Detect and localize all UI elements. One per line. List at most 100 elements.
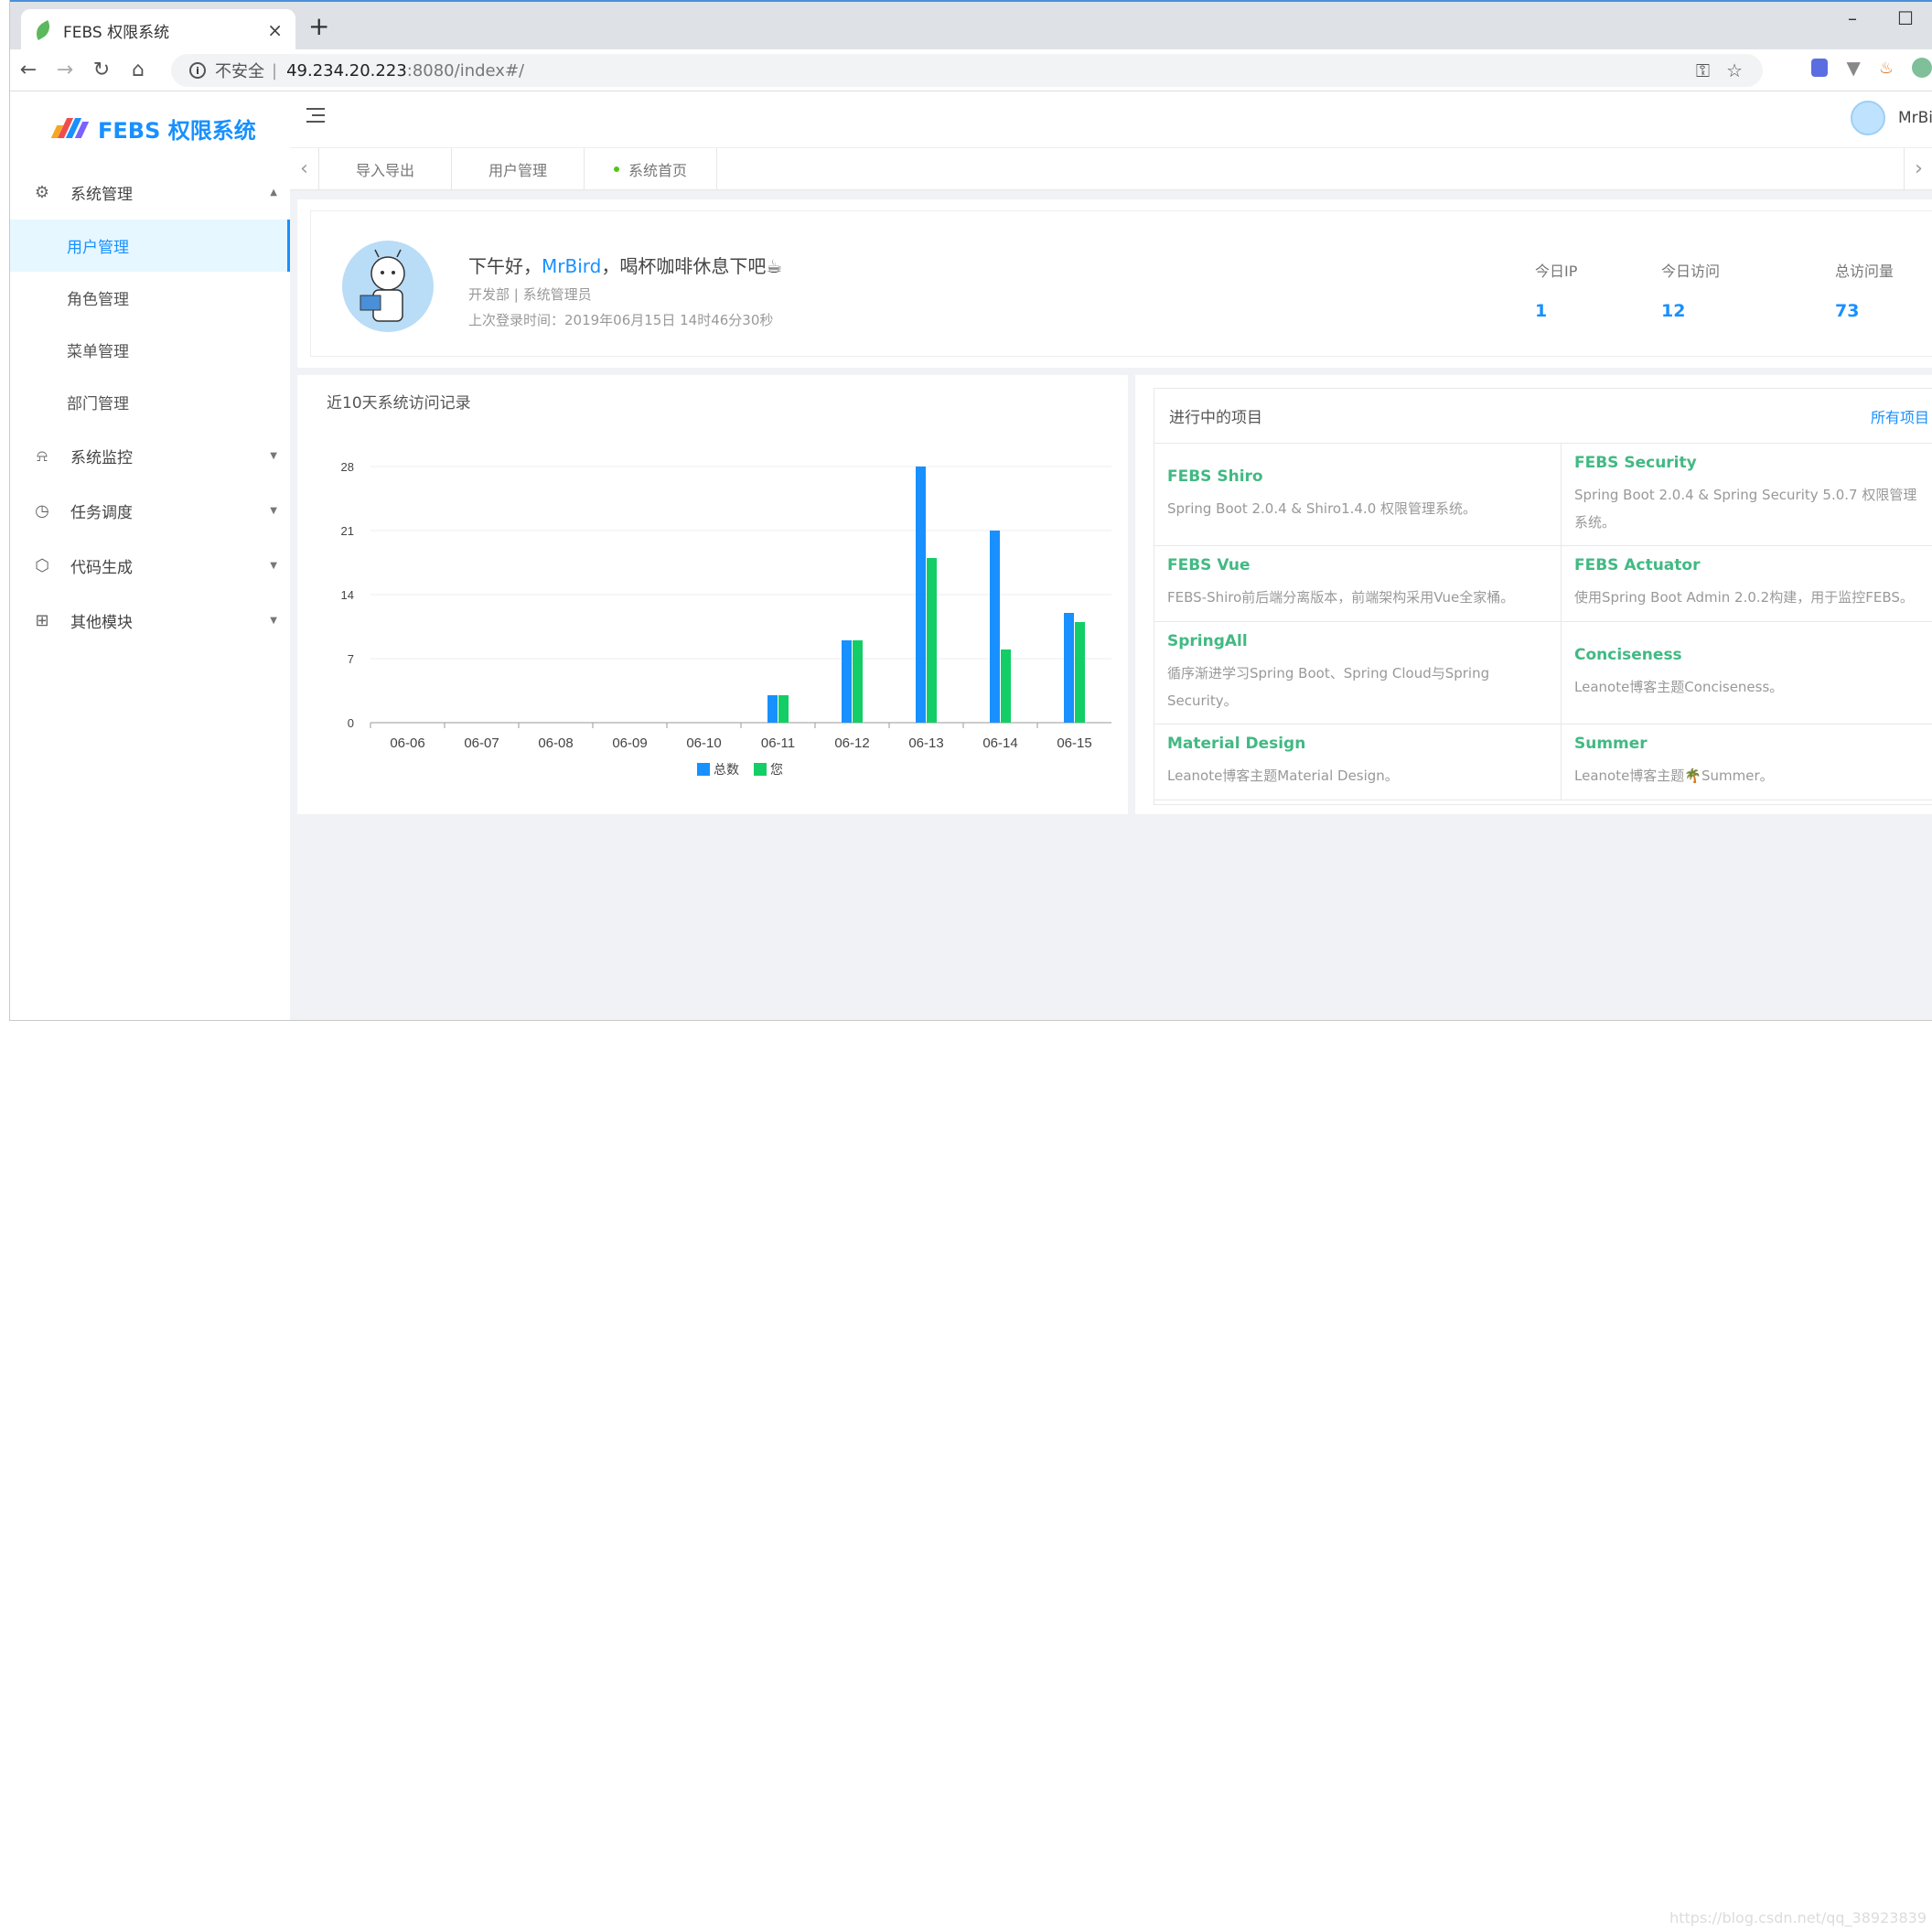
submenu-role-management[interactable]: 角色管理 <box>10 272 290 324</box>
project-desc: FEBS-Shiro前后端分离版本，前端架构采用Vue全家桶。 <box>1167 589 1515 606</box>
browser-window: FEBS 权限系统 × + – ☐ ← → ↻ ⌂ i 不安全 | 49.234… <box>9 0 1932 1021</box>
x-tick-label: 06-07 <box>464 735 499 751</box>
tab-import-export[interactable]: 导入导出 <box>319 148 452 189</box>
greeting-suffix: ，喝杯咖啡休息下吧☕ <box>601 255 783 277</box>
menu-toggle-icon[interactable] <box>306 108 325 124</box>
user-name-link[interactable]: MrBird <box>542 255 601 277</box>
menu-system-management[interactable]: ⚙ 系统管理 ▲ <box>10 165 290 220</box>
vue-extension-icon[interactable]: ▼ <box>1846 57 1860 79</box>
submenu-user-management[interactable]: 用户管理 <box>10 220 290 272</box>
maximize-button[interactable]: ☐ <box>1879 7 1932 29</box>
project-title[interactable]: Summer <box>1574 735 1920 753</box>
back-icon[interactable]: ← <box>10 59 47 81</box>
stat-today-visits: 今日访问 12 <box>1661 259 1720 321</box>
legend-swatch <box>754 763 767 776</box>
project-item[interactable]: FEBS Security Spring Boot 2.0.4 & Spring… <box>1562 444 1932 546</box>
tab-home[interactable]: 系统首页 <box>585 148 717 189</box>
project-item[interactable]: FEBS Actuator 使用Spring Boot Admin 2.0.2构… <box>1562 546 1932 622</box>
project-title[interactable]: Conciseness <box>1574 646 1920 664</box>
new-tab-button[interactable]: + <box>308 13 329 40</box>
project-desc: Spring Boot 2.0.4 & Shiro1.4.0 权限管理系统。 <box>1167 499 1477 517</box>
menu-task-scheduling[interactable]: ◷ 任务调度 ▼ <box>10 483 290 538</box>
menu-system-monitor[interactable]: ⍾ 系统监控 ▼ <box>10 428 290 483</box>
tabs-scroll-right-icon[interactable]: › <box>1904 148 1932 189</box>
bar-06-12-total <box>842 640 852 723</box>
url-host: 49.234.20.223 <box>286 60 407 80</box>
tabs-scroll-left-icon[interactable]: ‹ <box>290 148 319 189</box>
x-tick-label: 06-11 <box>761 735 795 751</box>
submenu-menu-management[interactable]: 菜单管理 <box>10 324 290 376</box>
address-bar[interactable]: i 不安全 | 49.234.20.223 :8080/index#/ ⚿ ☆ <box>171 54 1763 87</box>
forward-icon[interactable]: → <box>47 59 83 81</box>
stat-value: 12 <box>1661 301 1686 321</box>
bar-06-12-you <box>853 640 863 723</box>
app: FEBS 权限系统 ⚙ 系统管理 ▲ 用户管理 角色管理 菜单管理 部门管理 ⍾… <box>10 91 1932 1020</box>
browser-toolbar: ← → ↻ ⌂ i 不安全 | 49.234.20.223 :8080/inde… <box>10 49 1932 91</box>
project-item[interactable]: Summer Leanote博客主题🌴Summer。 <box>1562 724 1932 800</box>
project-title[interactable]: FEBS Security <box>1574 454 1920 472</box>
x-tick-label: 06-13 <box>908 735 943 751</box>
caret-down-icon: ▼ <box>270 505 277 516</box>
y-tick-label: 21 <box>341 524 354 538</box>
project-title[interactable]: FEBS Shiro <box>1167 467 1548 486</box>
menu-label: 系统监控 <box>70 448 133 467</box>
legend-label: 总数 <box>714 763 739 778</box>
info-icon[interactable]: i <box>189 62 206 79</box>
project-desc: Spring Boot 2.0.4 & Spring Security 5.0.… <box>1574 486 1917 531</box>
menu-code-generation[interactable]: ⬡ 代码生成 ▼ <box>10 538 290 593</box>
cube-icon: ⬡ <box>35 555 49 575</box>
project-desc: Leanote博客主题🌴Summer。 <box>1574 767 1774 784</box>
tab-user-management[interactable]: 用户管理 <box>452 148 585 189</box>
alarm-icon: ⍾ <box>37 445 48 466</box>
home-icon[interactable]: ⌂ <box>120 59 156 81</box>
minimize-button[interactable]: – <box>1826 7 1879 29</box>
stat-label: 今日IP <box>1535 263 1578 280</box>
project-item[interactable]: Conciseness Leanote博客主题Conciseness。 <box>1562 622 1932 724</box>
project-item[interactable]: Material Design Leanote博客主题Material Desi… <box>1154 724 1562 800</box>
reload-icon[interactable]: ↻ <box>83 59 120 81</box>
menu-label: 代码生成 <box>70 558 133 577</box>
user-menu[interactable]: MrBi <box>1850 101 1932 135</box>
java-extension-icon[interactable]: ♨ <box>1879 59 1894 78</box>
projects-title: 进行中的项目 <box>1169 409 1262 427</box>
window-controls: – ☐ <box>1826 7 1932 29</box>
project-title[interactable]: FEBS Vue <box>1167 556 1548 574</box>
x-tick-label: 06-10 <box>686 735 721 751</box>
project-desc: 循序渐进学习Spring Boot、Spring Cloud与Spring Se… <box>1167 664 1490 709</box>
main-content: MrBi ‹ 导入导出 用户管理 系统首页 › 下午好，MrBird，喝杯咖啡休… <box>290 91 1932 1020</box>
key-icon[interactable]: ⚿ <box>1696 59 1710 81</box>
last-login-time: 上次登录时间：2019年06月15日 14时46分30秒 <box>468 312 774 328</box>
menu-label: 系统管理 <box>70 185 133 204</box>
x-tick-label: 06-12 <box>834 735 869 751</box>
project-title[interactable]: SpringAll <box>1167 632 1548 650</box>
welcome-card: 下午好，MrBird，喝杯咖啡休息下吧☕ 开发部 | 系统管理员 上次登录时间：… <box>297 199 1932 368</box>
x-tick-label: 06-09 <box>612 735 647 751</box>
caret-down-icon: ▼ <box>270 560 277 571</box>
profile-avatar-icon[interactable] <box>1912 58 1932 78</box>
star-icon[interactable]: ☆ <box>1726 59 1743 81</box>
legend-label: 您 <box>770 762 783 778</box>
project-title[interactable]: Material Design <box>1167 735 1548 753</box>
dept-role: 开发部 | 系统管理员 <box>468 286 592 303</box>
all-projects-link[interactable]: 所有项目 <box>1871 405 1929 427</box>
project-item[interactable]: FEBS Shiro Spring Boot 2.0.4 & Shiro1.4.… <box>1154 444 1562 546</box>
x-tick-label: 06-14 <box>982 735 1017 751</box>
tab-label: 用户管理 <box>488 161 547 179</box>
x-tick-label: 06-15 <box>1057 735 1091 751</box>
project-title[interactable]: FEBS Actuator <box>1574 556 1920 574</box>
project-item[interactable]: SpringAll 循序渐进学习Spring Boot、Spring Cloud… <box>1154 622 1562 724</box>
active-dot-icon <box>613 166 619 172</box>
tab-close-icon[interactable]: × <box>267 19 283 41</box>
x-tick-label: 06-06 <box>390 735 424 751</box>
submenu-dept-management[interactable]: 部门管理 <box>10 376 290 428</box>
gear-icon: ⚙ <box>34 182 50 202</box>
stat-label: 今日访问 <box>1661 263 1721 280</box>
browser-tab[interactable]: FEBS 权限系统 × <box>21 9 295 51</box>
bar-06-14-total <box>990 531 1000 723</box>
address-separator: | <box>272 60 278 80</box>
logo[interactable]: FEBS 权限系统 <box>10 91 290 165</box>
project-desc: Leanote博客主题Material Design。 <box>1167 767 1399 784</box>
project-item[interactable]: FEBS Vue FEBS-Shiro前后端分离版本，前端架构采用Vue全家桶。 <box>1154 546 1562 622</box>
shield-extension-icon[interactable] <box>1811 59 1829 77</box>
menu-other-modules[interactable]: ⊞ 其他模块 ▼ <box>10 593 290 648</box>
